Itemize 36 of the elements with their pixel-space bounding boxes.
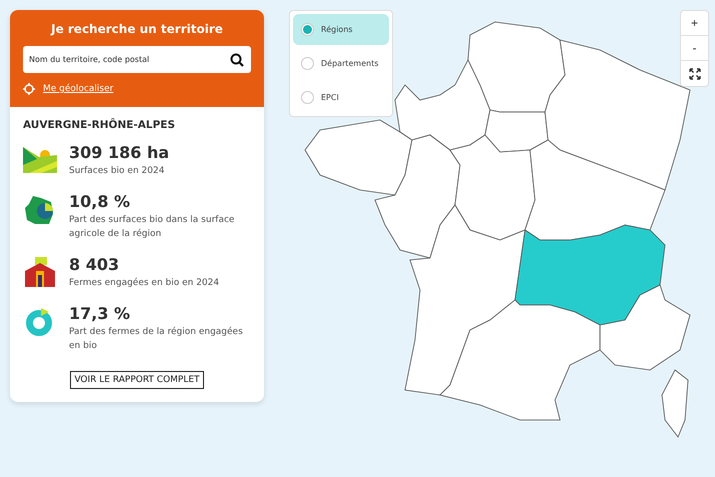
region-shape[interactable]	[600, 284, 690, 370]
region-shape[interactable]	[514, 224, 666, 326]
search-field[interactable]: Nom du territoire, code postal	[23, 46, 251, 73]
barn-icon	[23, 257, 57, 287]
fullscreen-icon[interactable]	[688, 68, 700, 80]
level-option[interactable]: Départements	[293, 48, 389, 79]
stat-label: Part des surfaces bio dans la surface agricole de la région	[69, 214, 236, 241]
region-shape[interactable]	[662, 369, 688, 438]
report-button[interactable]: VOIR LE RAPPORT COMPLET	[70, 371, 204, 389]
panel-title: Je recherche un territoire	[50, 22, 224, 36]
region-shape[interactable]	[468, 22, 566, 112]
stat-value: 8 403	[69, 255, 120, 274]
zoom-in-button[interactable]: +	[681, 11, 708, 36]
stat-label: Part des fermes de la région engagées en bio	[69, 326, 244, 353]
level-option[interactable]: EPCI	[293, 82, 389, 113]
radio-icon[interactable]	[301, 23, 314, 36]
region-shape[interactable]	[524, 140, 666, 240]
radio-icon[interactable]	[301, 57, 314, 70]
stat-value: 17,3 %	[69, 304, 132, 323]
region-shape[interactable]	[374, 134, 460, 258]
region-shape[interactable]	[449, 134, 536, 240]
geolocate-link[interactable]: Me géolocaliser	[43, 84, 114, 94]
crosshair-icon	[23, 83, 35, 95]
level-option[interactable]: Régions	[293, 14, 389, 45]
field-icon	[23, 145, 57, 173]
zoom-out-button[interactable]: -	[681, 36, 708, 61]
radio-icon[interactable]	[301, 91, 314, 104]
stat-value: 309 186 ha	[69, 143, 170, 162]
search-icon[interactable]	[230, 53, 244, 67]
region-shape[interactable]	[304, 120, 412, 196]
stat-value: 10,8 %	[69, 192, 132, 211]
region-shape[interactable]	[484, 110, 548, 152]
stat-label: Surfaces bio en 2024	[69, 165, 166, 178]
region-name: AUVERGNE-RHÔNE-ALPES	[23, 119, 176, 131]
stat-label: Fermes engagées en bio en 2024	[69, 276, 220, 290]
region-shape[interactable]	[394, 59, 490, 150]
